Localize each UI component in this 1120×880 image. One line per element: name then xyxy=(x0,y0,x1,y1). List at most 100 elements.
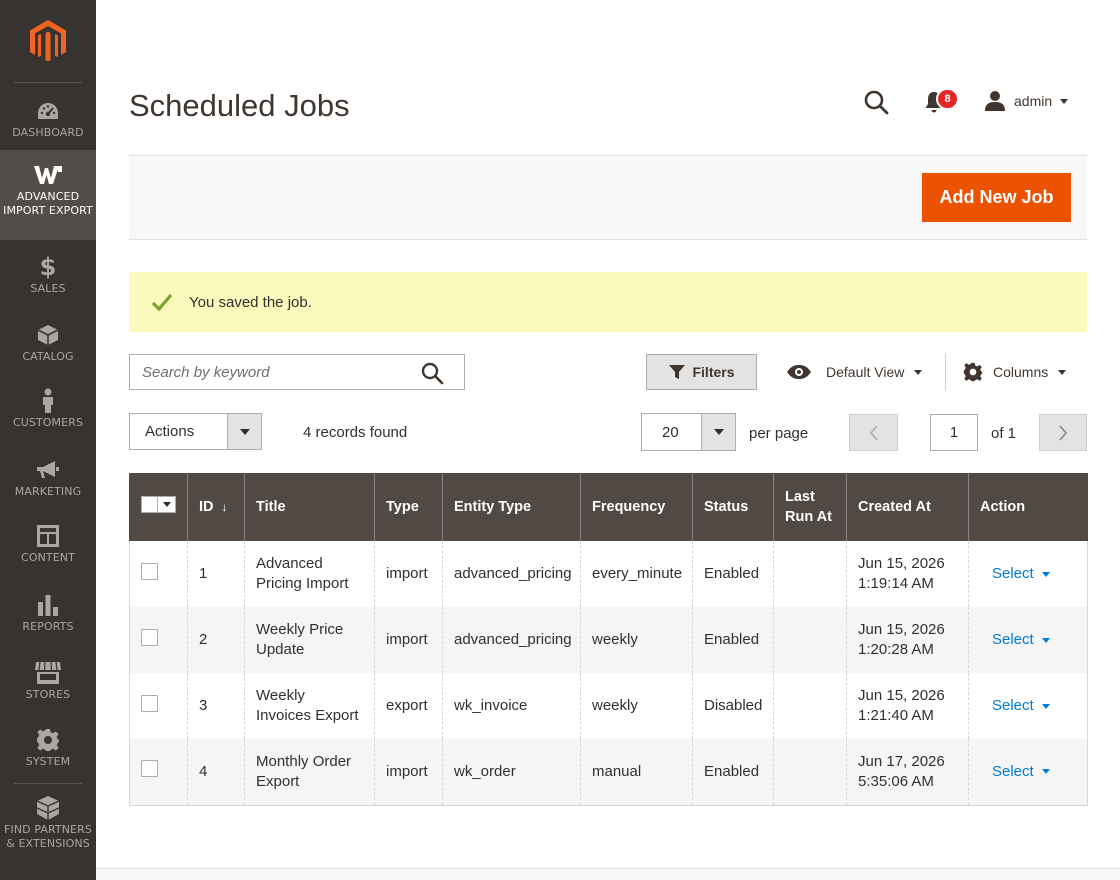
chevron-down-icon xyxy=(1041,571,1050,577)
sidebar-item-label: MARKETING xyxy=(14,485,82,498)
chevron-down-icon xyxy=(1060,98,1069,104)
add-new-job-button[interactable]: Add New Job xyxy=(922,173,1071,222)
column-header-label: ID xyxy=(199,499,214,515)
cell-entity-type: wk_invoice xyxy=(442,673,581,739)
cell-created-at: Jun 15, 2026 1:21:40 AM xyxy=(846,673,969,739)
cell-created-at: Jun 15, 2026 1:19:14 AM xyxy=(846,541,969,607)
column-header-label: Title xyxy=(256,499,286,515)
table-row: 1 Advanced Pricing Import import advance… xyxy=(129,541,1088,607)
import-export-icon xyxy=(0,162,96,188)
row-action-select[interactable]: Select xyxy=(992,762,1050,782)
cell-id: 3 xyxy=(187,673,245,739)
gear-icon xyxy=(0,727,96,753)
cell-frequency: weekly xyxy=(580,607,693,673)
column-header-label: Last Run At xyxy=(785,489,832,525)
column-header-id[interactable]: ID ↓ xyxy=(187,473,245,541)
column-header-entity-type[interactable]: Entity Type xyxy=(442,473,581,541)
column-header-label: Type xyxy=(386,499,419,515)
row-checkbox[interactable] xyxy=(141,760,158,778)
sidebar-item-label: STORES xyxy=(25,688,71,701)
row-select-cell xyxy=(129,607,188,673)
column-header-last-run-at[interactable]: Last Run At xyxy=(773,473,847,541)
row-action-select[interactable]: Select xyxy=(992,564,1050,584)
view-selector[interactable]: Default View xyxy=(786,354,923,390)
sidebar-item-reports[interactable]: REPORTS xyxy=(0,592,96,636)
columns-selector[interactable]: Columns xyxy=(963,354,1067,390)
eye-icon xyxy=(787,365,811,379)
column-header-frequency[interactable]: Frequency xyxy=(580,473,693,541)
current-page-input[interactable] xyxy=(930,414,978,451)
sidebar-item-advanced-import-export[interactable]: ADVANCED IMPORT EXPORT xyxy=(0,150,96,240)
row-checkbox[interactable] xyxy=(141,628,158,646)
chevron-right-icon xyxy=(1059,424,1068,441)
filters-button[interactable]: Filters xyxy=(646,354,757,390)
row-action-select[interactable]: Select xyxy=(992,630,1050,650)
sidebar-item-label: ADVANCED IMPORT EXPORT xyxy=(3,190,93,217)
chevron-down-icon xyxy=(1058,369,1067,375)
cell-action: Select xyxy=(968,673,1088,739)
row-checkbox[interactable] xyxy=(141,694,158,712)
box-icon xyxy=(0,322,96,348)
cell-status: Enabled xyxy=(692,739,774,806)
sidebar-item-stores[interactable]: STORES xyxy=(0,660,96,704)
row-select-cell xyxy=(129,673,188,739)
user-icon xyxy=(985,91,1005,111)
sidebar-item-catalog[interactable]: CATALOG xyxy=(0,322,96,366)
select-all-checkbox[interactable] xyxy=(141,495,158,513)
dollar-icon: $ xyxy=(39,253,57,281)
cell-status: Enabled xyxy=(692,541,774,607)
success-message-text: You saved the job. xyxy=(189,293,312,311)
checkmark-icon xyxy=(151,293,173,312)
dropdown-toggle[interactable] xyxy=(701,414,735,450)
column-header-label: Frequency xyxy=(592,499,666,515)
mass-select-checkbox[interactable] xyxy=(141,495,176,513)
page-title: Scheduled Jobs xyxy=(129,88,350,123)
sidebar-item-customers[interactable]: CUSTOMERS xyxy=(0,388,96,434)
column-header-type[interactable]: Type xyxy=(374,473,443,541)
global-search-button[interactable] xyxy=(862,88,890,116)
cell-title: Monthly Order Export xyxy=(244,739,375,806)
mass-select-dropdown[interactable] xyxy=(158,495,176,513)
chevron-down-icon xyxy=(1041,703,1050,709)
person-icon xyxy=(0,388,96,414)
sidebar-item-dashboard[interactable]: DASHBOARD xyxy=(0,98,96,142)
sidebar-item-label: CUSTOMERS xyxy=(12,416,84,429)
user-menu[interactable]: admin xyxy=(984,88,1069,114)
cell-entity-type: advanced_pricing xyxy=(442,607,581,673)
sort-arrow-icon: ↓ xyxy=(221,500,228,514)
column-header-title[interactable]: Title xyxy=(244,473,375,541)
row-action-select[interactable]: Select xyxy=(992,696,1050,716)
previous-page-button[interactable] xyxy=(849,414,898,451)
notification-count-badge: 8 xyxy=(936,88,959,110)
cell-action: Select xyxy=(968,739,1088,806)
column-header-label: Action xyxy=(980,499,1026,515)
next-page-button[interactable] xyxy=(1039,414,1087,451)
dropdown-toggle[interactable] xyxy=(227,414,261,449)
cell-last-run-at xyxy=(773,607,847,673)
row-select-cell xyxy=(129,541,188,607)
gear-icon xyxy=(963,362,983,382)
row-select-cell xyxy=(129,739,188,806)
row-checkbox[interactable] xyxy=(141,562,158,580)
page-footer xyxy=(96,868,1120,880)
column-header-created-at[interactable]: Created At xyxy=(846,473,969,541)
chevron-down-icon xyxy=(1041,637,1050,643)
search-icon[interactable] xyxy=(420,361,444,385)
per-page-select[interactable]: 20 xyxy=(641,413,736,451)
sidebar-item-sales[interactable]: $ SALES xyxy=(0,254,96,298)
mass-actions-select[interactable]: Actions xyxy=(129,413,262,450)
column-header-status[interactable]: Status xyxy=(692,473,774,541)
keyword-search-input[interactable] xyxy=(142,363,412,381)
per-page-label: per page xyxy=(749,425,809,442)
sidebar-item-content[interactable]: CONTENT xyxy=(0,523,96,569)
success-message: You saved the job. xyxy=(129,272,1087,332)
magento-logo[interactable] xyxy=(0,18,96,68)
created-time: 1:19:14 AM xyxy=(858,575,934,592)
sidebar-item-system[interactable]: SYSTEM xyxy=(0,727,96,771)
sidebar-item-marketing[interactable]: MARKETING xyxy=(0,457,96,501)
mass-actions-label: Actions xyxy=(145,423,195,440)
cell-type: import xyxy=(374,739,443,806)
megaphone-icon xyxy=(0,457,96,483)
grid-header-row: ID ↓ Title Type Entity Type Frequency Sta… xyxy=(129,473,1088,541)
sidebar-item-find-partners[interactable]: FIND PARTNERS & EXTENSIONS xyxy=(0,795,96,855)
